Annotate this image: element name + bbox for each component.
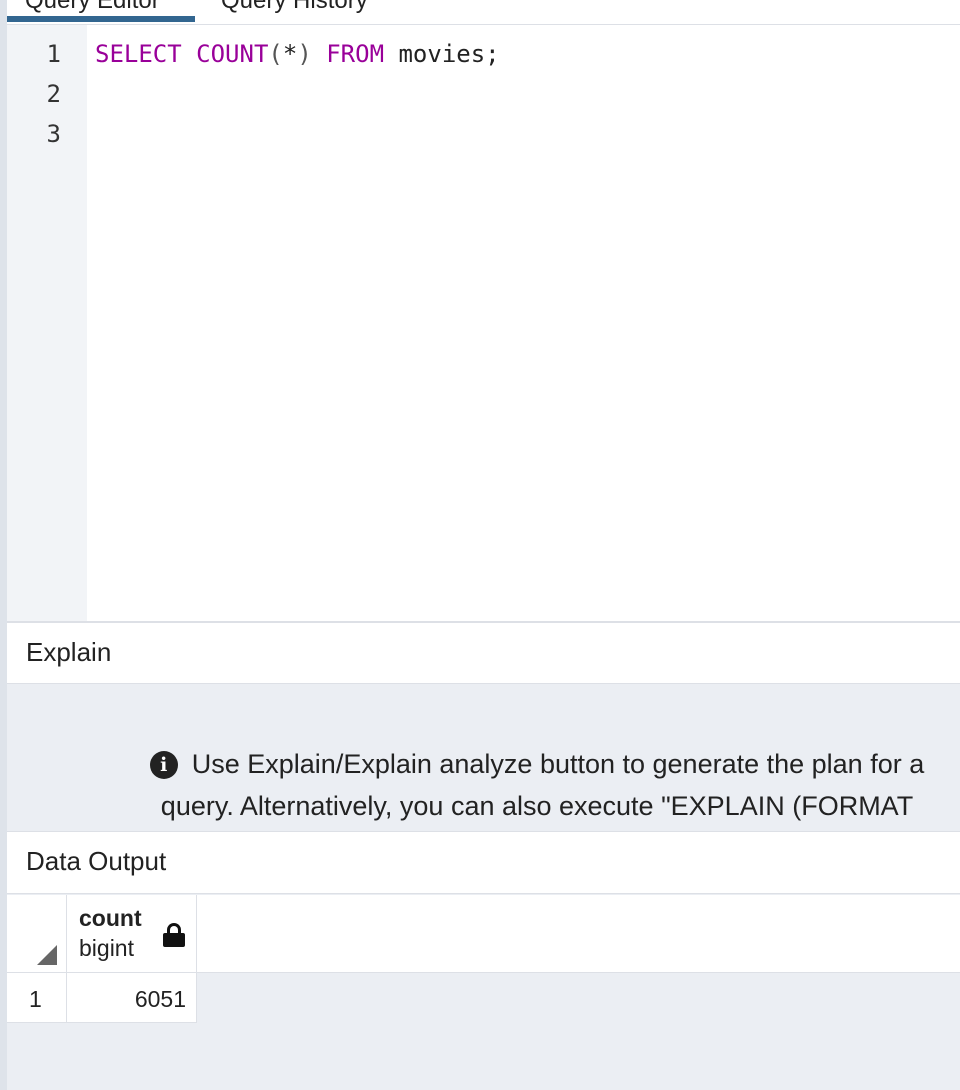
semicolon: ; (485, 40, 500, 68)
table-cell[interactable]: 6051 (67, 973, 197, 1023)
info-icon: i (149, 751, 178, 779)
tab-query-history[interactable]: Query History (221, 0, 368, 16)
grid-header-background (197, 895, 960, 973)
data-output-panel-header[interactable]: Data Output (7, 831, 960, 894)
tab-query-editor[interactable]: Query Editor (25, 0, 160, 16)
row-number[interactable]: 1 (7, 973, 67, 1023)
table-name: movies (398, 40, 486, 68)
sort-corner-icon (37, 945, 57, 965)
explain-panel-body: i Use Explain/Explain analyze button to g… (7, 685, 960, 831)
lock-icon (163, 923, 185, 947)
explain-message-text: Use Explain/Explain analyze button to ge… (160, 749, 925, 821)
keyword-select: SELECT (95, 40, 182, 68)
line-number: 1 (46, 40, 61, 68)
data-output-panel-title: Data Output (26, 846, 167, 876)
explain-panel-header[interactable]: Explain (7, 621, 960, 684)
line-number: 2 (46, 80, 61, 108)
left-border (0, 0, 7, 1090)
star-operator: * (282, 40, 298, 68)
paren-open: ( (268, 40, 283, 68)
column-header-count[interactable]: count bigint (67, 895, 197, 973)
function-count: COUNT (196, 40, 269, 68)
active-tab-indicator (7, 16, 195, 22)
explain-panel-title: Explain (26, 637, 112, 667)
grid-select-all-corner[interactable] (7, 895, 67, 973)
code-line-1[interactable]: SELECT COUNT(*) FROM movies; (95, 34, 500, 74)
line-number-gutter: 1 2 3 (7, 25, 87, 622)
query-editor[interactable]: 1 2 3 SELECT COUNT(*) FROM movies; (7, 25, 960, 622)
column-name: count (79, 905, 142, 931)
keyword-from: FROM (326, 40, 385, 68)
explain-message: i Use Explain/Explain analyze button to g… (117, 743, 957, 831)
line-number: 3 (46, 120, 61, 148)
column-type: bigint (79, 935, 134, 961)
paren-close: ) (297, 40, 312, 68)
